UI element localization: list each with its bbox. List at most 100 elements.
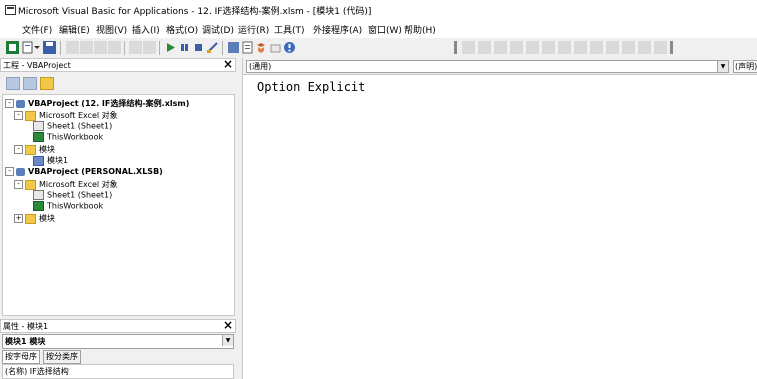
tree-node-label: Sheet1 (Sheet1) bbox=[47, 121, 113, 131]
project-icon bbox=[16, 167, 25, 176]
edit-toolbar-icon[interactable] bbox=[478, 41, 491, 54]
menu-debug[interactable]: 调试(D) bbox=[202, 23, 234, 36]
menu-window[interactable]: 窗口(W) bbox=[368, 23, 402, 36]
help-icon[interactable] bbox=[283, 41, 296, 54]
tree-node-sheet[interactable]: Sheet1 (Sheet1) bbox=[33, 121, 112, 131]
code-window[interactable]: (通用) ▼ (声明) Option Explicit bbox=[242, 58, 757, 379]
toggle-bookmark-icon[interactable] bbox=[622, 41, 635, 54]
tree-node-label: 模块 bbox=[39, 214, 55, 223]
properties-panel-header: 属性 - 模块1 × bbox=[0, 319, 236, 333]
workbook-icon bbox=[33, 132, 44, 142]
view-excel-icon[interactable] bbox=[6, 41, 19, 54]
edit-toolbar-icon[interactable] bbox=[526, 41, 539, 54]
menu-tools[interactable]: 工具(T) bbox=[274, 23, 305, 36]
view-object-icon[interactable] bbox=[23, 77, 37, 90]
collapse-icon[interactable]: - bbox=[14, 180, 23, 189]
folder-icon bbox=[25, 110, 36, 121]
menu-addins[interactable]: 外接程序(A) bbox=[313, 23, 362, 36]
collapse-icon[interactable]: - bbox=[14, 145, 23, 154]
project-tree[interactable]: - VBAProject (12. IF选择结构-案例.xlsm) - Micros… bbox=[2, 94, 235, 316]
project-panel-header: 工程 - VBAProject × bbox=[0, 58, 236, 72]
sheet-icon bbox=[33, 121, 44, 131]
tree-node-module[interactable]: 模块1 bbox=[33, 155, 68, 166]
toolbar-separator bbox=[159, 41, 160, 55]
menu-run[interactable]: 运行(R) bbox=[238, 23, 269, 36]
tree-node-project[interactable]: - VBAProject (12. IF选择结构-案例.xlsm) bbox=[5, 98, 189, 109]
next-bookmark-icon[interactable] bbox=[638, 41, 651, 54]
tree-node-sheet[interactable]: Sheet1 (Sheet1) bbox=[33, 190, 112, 200]
tree-node-label: Microsoft Excel 对象 bbox=[39, 111, 118, 120]
edit-toolbar-icon[interactable] bbox=[462, 41, 475, 54]
paste-icon[interactable] bbox=[94, 41, 107, 54]
workbook-icon bbox=[33, 201, 44, 211]
tree-node-label: 模块 bbox=[39, 145, 55, 154]
folder-icon bbox=[25, 213, 36, 224]
menu-insert[interactable]: 插入(I) bbox=[132, 23, 160, 36]
tree-node-folder[interactable]: - Microsoft Excel 对象 bbox=[14, 179, 118, 190]
tree-node-folder[interactable]: - 模块 bbox=[14, 144, 55, 155]
cut-icon[interactable] bbox=[66, 41, 79, 54]
close-properties-panel-icon[interactable]: × bbox=[222, 319, 234, 331]
menu-view[interactable]: 视图(V) bbox=[96, 23, 127, 36]
standard-toolbar bbox=[0, 38, 757, 59]
toolbar-grip[interactable] bbox=[670, 41, 673, 54]
undo-icon[interactable] bbox=[129, 41, 142, 54]
project-explorer-icon[interactable] bbox=[227, 41, 240, 54]
tab-alphabetic[interactable]: 按字母序 bbox=[2, 350, 40, 364]
dropdown-arrow-icon[interactable] bbox=[34, 41, 40, 54]
expand-icon[interactable]: + bbox=[14, 214, 23, 223]
redo-icon[interactable] bbox=[143, 41, 156, 54]
comment-block-icon[interactable] bbox=[590, 41, 603, 54]
object-browser-icon[interactable] bbox=[255, 41, 268, 54]
project-panel-toolbar bbox=[0, 74, 236, 92]
properties-object-value: 模块1 模块 bbox=[5, 337, 46, 346]
properties-object-select[interactable]: 模块1 模块 ▼ bbox=[2, 334, 234, 349]
toolbar-grip[interactable] bbox=[454, 41, 457, 54]
chevron-down-icon[interactable]: ▼ bbox=[222, 335, 233, 346]
edit-toolbar-icon[interactable] bbox=[510, 41, 523, 54]
property-row-name[interactable]: (名称) IF选择结构 bbox=[2, 364, 234, 379]
code-line[interactable]: Option Explicit bbox=[257, 80, 365, 94]
copy-icon[interactable] bbox=[80, 41, 93, 54]
uncomment-block-icon[interactable] bbox=[606, 41, 619, 54]
menu-help[interactable]: 帮助(H) bbox=[404, 23, 436, 36]
folder-icon bbox=[25, 179, 36, 190]
tree-node-project[interactable]: - VBAProject (PERSONAL.XLSB) bbox=[5, 167, 163, 176]
chevron-down-icon[interactable]: ▼ bbox=[717, 61, 728, 72]
toolbar-separator bbox=[222, 41, 223, 55]
procedure-select[interactable]: (声明) bbox=[733, 60, 757, 73]
outdent-icon[interactable] bbox=[558, 41, 571, 54]
collapse-icon[interactable]: - bbox=[5, 167, 14, 176]
indent-icon[interactable] bbox=[542, 41, 555, 54]
edit-toolbar-icon[interactable] bbox=[574, 41, 587, 54]
save-icon[interactable] bbox=[43, 41, 56, 54]
close-project-panel-icon[interactable]: × bbox=[222, 58, 234, 70]
properties-tabs: 按字母序 按分类序 bbox=[2, 350, 232, 364]
tab-categorized[interactable]: 按分类序 bbox=[43, 350, 81, 364]
properties-window-icon[interactable] bbox=[241, 41, 254, 54]
reset-icon[interactable] bbox=[192, 41, 205, 54]
toolbox-icon[interactable] bbox=[269, 41, 282, 54]
tree-node-label: 模块1 bbox=[47, 156, 69, 165]
collapse-icon[interactable]: - bbox=[5, 99, 14, 108]
view-code-icon[interactable] bbox=[6, 77, 20, 90]
prev-bookmark-icon[interactable] bbox=[654, 41, 667, 54]
tree-node-workbook[interactable]: ThisWorkbook bbox=[33, 132, 103, 142]
design-mode-icon[interactable] bbox=[206, 41, 219, 54]
object-select[interactable]: (通用) ▼ bbox=[246, 60, 729, 73]
tree-node-folder[interactable]: - Microsoft Excel 对象 bbox=[14, 110, 118, 121]
menu-edit[interactable]: 编辑(E) bbox=[59, 23, 90, 36]
tree-node-folder[interactable]: + 模块 bbox=[14, 213, 55, 224]
collapse-icon[interactable]: - bbox=[14, 111, 23, 120]
menu-format[interactable]: 格式(O) bbox=[166, 23, 198, 36]
menu-file[interactable]: 文件(F) bbox=[22, 23, 52, 36]
tree-node-workbook[interactable]: ThisWorkbook bbox=[33, 201, 103, 211]
break-icon[interactable] bbox=[178, 41, 191, 54]
run-icon[interactable] bbox=[164, 41, 177, 54]
folder-icon bbox=[25, 144, 36, 155]
toggle-folders-icon[interactable] bbox=[40, 77, 54, 90]
find-icon[interactable] bbox=[108, 41, 121, 54]
edit-toolbar-icon[interactable] bbox=[494, 41, 507, 54]
properties-panel-title: 属性 - 模块1 bbox=[3, 322, 49, 331]
toolbar-separator bbox=[124, 41, 125, 55]
